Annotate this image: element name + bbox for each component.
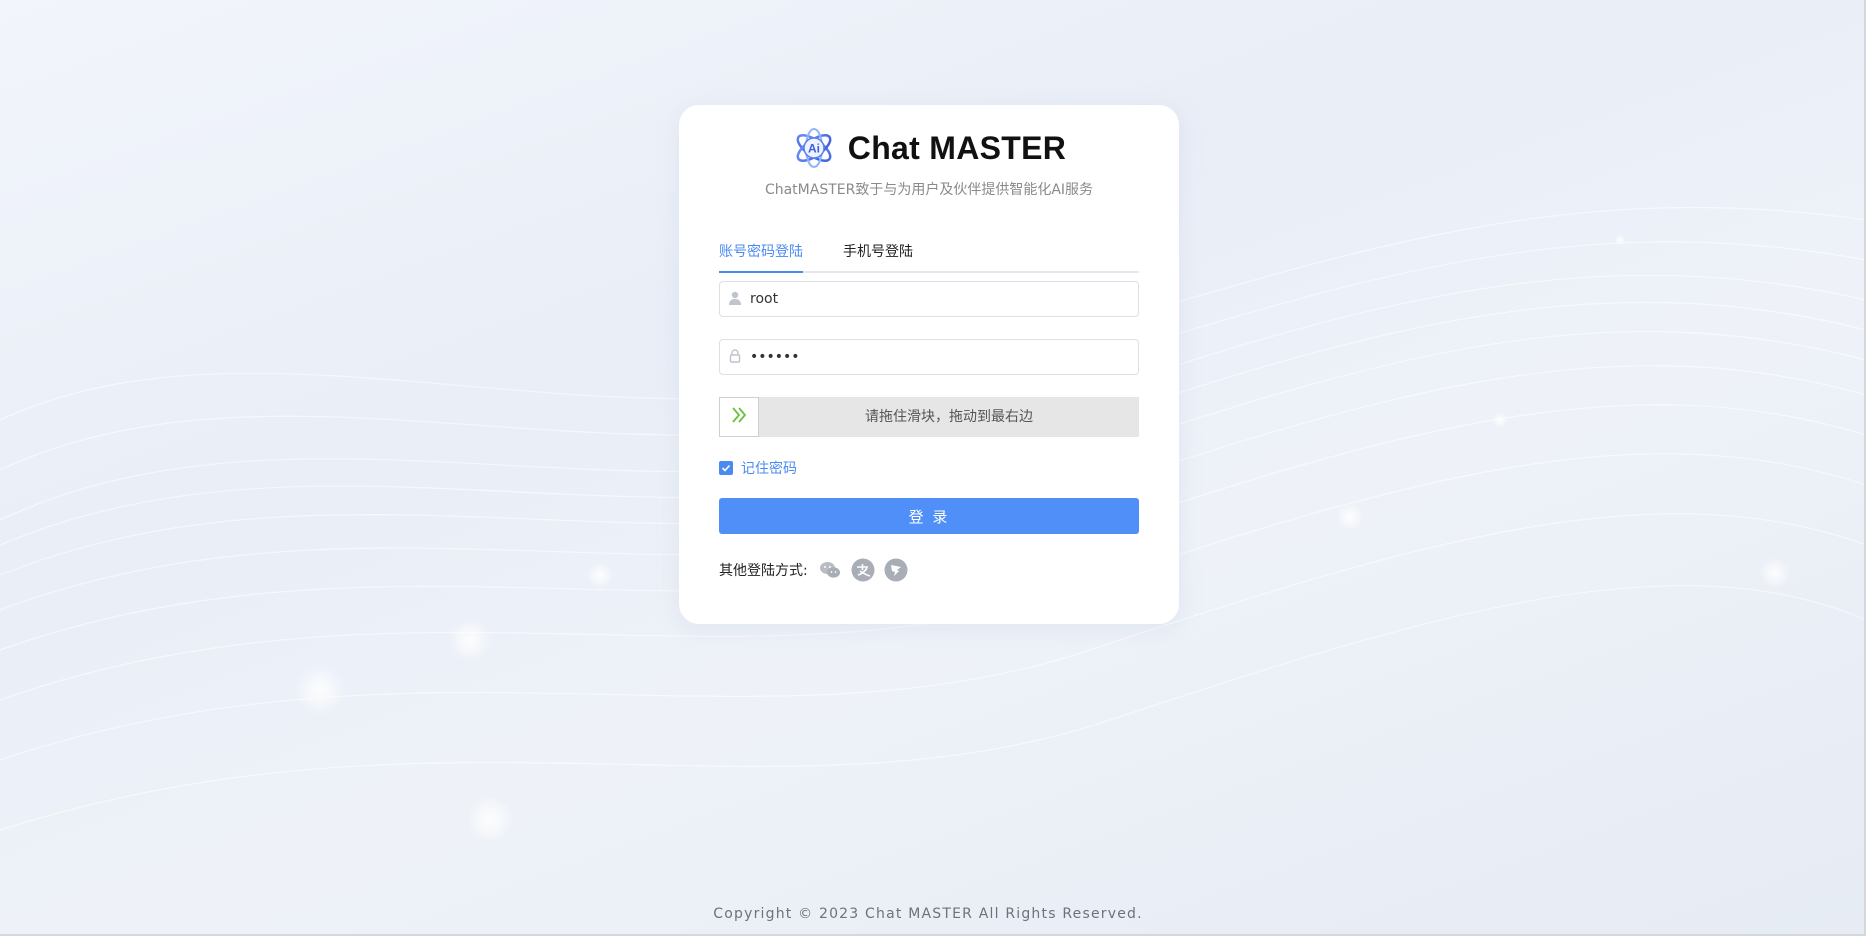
active-tab-indicator [719, 271, 803, 273]
username-field[interactable]: root [719, 281, 1139, 317]
tab-phone[interactable]: 手机号登陆 [843, 241, 913, 261]
brand-subtitle: ChatMASTER致于与为用户及伙伴提供智能化AI服务 [764, 182, 1094, 198]
login-tabs: 账号密码登陆 手机号登陆 [719, 233, 1139, 273]
slide-verify: 请拖住滑块，拖动到最右边 [719, 397, 1139, 437]
alipay-icon[interactable] [851, 558, 875, 582]
remember-checkbox[interactable] [719, 461, 733, 475]
username-value: root [750, 291, 779, 307]
other-login-label: 其他登陆方式: [719, 563, 808, 579]
remember-password[interactable]: 记住密码 [719, 459, 797, 477]
ai-orbit-logo-icon: Ai [792, 126, 836, 170]
dingtalk-icon[interactable] [884, 558, 908, 582]
wechat-icon[interactable] [818, 558, 842, 582]
password-field[interactable]: •••••• [719, 339, 1139, 375]
login-card: Ai Chat MASTER ChatMASTER致于与为用户及伙伴提供智能化A… [679, 105, 1179, 624]
brand-header: Ai Chat MASTER [679, 125, 1179, 171]
slider-handle[interactable] [719, 397, 759, 437]
user-icon [727, 290, 743, 306]
other-login-methods: 其他登陆方式: [719, 558, 917, 582]
svg-text:Ai: Ai [808, 142, 820, 156]
remember-label[interactable]: 记住密码 [741, 458, 797, 478]
slider-hint: 请拖住滑块，拖动到最右边 [865, 409, 1033, 425]
copyright-footer: Copyright © 2023 Chat MASTER All Rights … [713, 906, 1143, 922]
lock-icon [727, 348, 743, 364]
password-value: •••••• [750, 349, 800, 365]
login-button[interactable]: 登 录 [719, 498, 1139, 534]
double-chevron-right-icon [729, 405, 749, 429]
tab-account-password[interactable]: 账号密码登陆 [719, 241, 803, 261]
brand-name: Chat MASTER [847, 129, 1067, 166]
